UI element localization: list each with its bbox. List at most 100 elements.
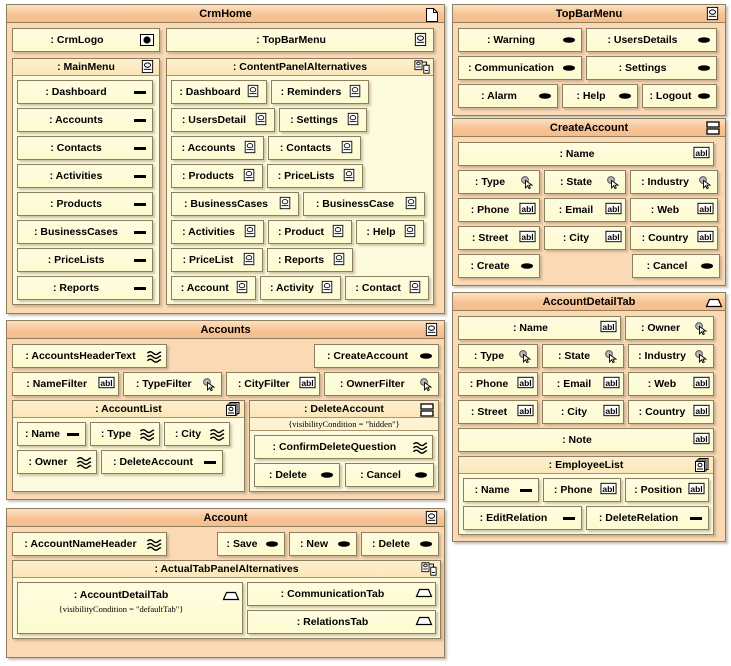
panel-accountdetailtab[interactable]: AccountDetailTab : Name abl : Owner : Typ… bbox=[452, 292, 726, 542]
mainmenu-item[interactable]: : BusinessCases bbox=[17, 220, 153, 244]
topbar-item-help[interactable]: : Help bbox=[562, 84, 638, 108]
employee-action-editrelation[interactable]: : EditRelation bbox=[463, 506, 583, 530]
mainmenu-item[interactable]: : Contacts bbox=[17, 136, 153, 160]
topbar-item-settings[interactable]: : Settings bbox=[586, 56, 717, 80]
accountlist-col-deleteaccount[interactable]: : DeleteAccount bbox=[101, 450, 223, 474]
crmlogo-element[interactable]: : CrmLogo bbox=[12, 28, 160, 52]
group-employeelist[interactable]: : EmployeeList : Name : Phone abl : Posit… bbox=[458, 456, 714, 535]
employee-action-deleterelation[interactable]: : DeleteRelation bbox=[586, 506, 709, 530]
mainmenu-item[interactable]: : Accounts bbox=[17, 108, 153, 132]
field-label: : Type bbox=[473, 350, 505, 362]
contentpanel-item[interactable]: : UsersDetail bbox=[171, 108, 275, 132]
contentpanel-item[interactable]: : BusinessCase bbox=[303, 192, 425, 216]
panel-account[interactable]: Account : AccountNameHeader : Save : New… bbox=[6, 508, 445, 658]
detail-field-web[interactable]: : Web abl bbox=[628, 372, 714, 396]
save-button[interactable]: : Save bbox=[217, 532, 285, 556]
contentpanel-item[interactable]: : PriceList bbox=[171, 248, 263, 272]
accountlist-col-type[interactable]: : Type bbox=[90, 422, 160, 446]
contentpanel-item[interactable]: : Account bbox=[171, 276, 257, 300]
createaccount-field-email[interactable]: : Email abl bbox=[544, 198, 626, 222]
account-name-header[interactable]: : AccountNameHeader bbox=[12, 532, 167, 556]
tab-communicationtab[interactable]: : CommunicationTab bbox=[247, 582, 436, 606]
create-button[interactable]: : Create bbox=[458, 254, 540, 278]
mainmenu-item[interactable]: : Products bbox=[17, 192, 153, 216]
createaccount-field-name[interactable]: : Name abl bbox=[458, 142, 714, 166]
group-actualtabpanelalternatives[interactable]: : ActualTabPanelAlternatives : AccountDe… bbox=[12, 560, 441, 639]
contentpanel-item[interactable]: : PriceLists bbox=[267, 164, 363, 188]
employee-col-name[interactable]: : Name bbox=[463, 478, 540, 502]
mainmenu-item[interactable]: : Dashboard bbox=[17, 80, 153, 104]
contentpanel-item[interactable]: : Dashboard bbox=[171, 80, 267, 104]
topbar-item-communication[interactable]: : Communication bbox=[458, 56, 582, 80]
panel-topbarmenu[interactable]: TopBarMenu : Warning : UsersDetails : Co… bbox=[452, 4, 726, 116]
mainmenu-item[interactable]: : Activities bbox=[17, 164, 153, 188]
detail-field-name[interactable]: : Name abl bbox=[458, 316, 621, 340]
detail-field-email[interactable]: : Email abl bbox=[542, 372, 624, 396]
contentpanel-item[interactable]: : Reminders bbox=[271, 80, 369, 104]
topbar-item-usersdetails[interactable]: : UsersDetails bbox=[586, 28, 717, 52]
tab-relationstab[interactable]: : RelationsTab bbox=[247, 610, 436, 634]
mainmenu-item[interactable]: : PriceLists bbox=[17, 248, 153, 272]
contentpanel-item[interactable]: : BusinessCases bbox=[171, 192, 299, 216]
tab-accountdetailtab[interactable]: : AccountDetailTab {visibilityCondition … bbox=[17, 582, 243, 634]
group-deleteaccount[interactable]: : DeleteAccount {visibilityCondition = "… bbox=[248, 400, 439, 492]
createaccount-field-industry[interactable]: : Industry bbox=[630, 170, 718, 194]
filter-name[interactable]: : NameFilter abl bbox=[12, 372, 120, 396]
detail-field-owner[interactable]: : Owner bbox=[625, 316, 714, 340]
contentpanel-item[interactable]: : Settings bbox=[279, 108, 367, 132]
cancel-button[interactable]: : Cancel bbox=[345, 463, 434, 487]
createaccount-field-country[interactable]: : Country abl bbox=[630, 226, 718, 250]
group-accountlist[interactable]: : AccountList : Name : Type : City : Own… bbox=[12, 400, 245, 492]
panel-crmhome[interactable]: CrmHome : CrmLogo : MainMenu: Dashboard… bbox=[6, 4, 445, 314]
createaccount-field-web[interactable]: : Web abl bbox=[630, 198, 718, 222]
topbarmenu-element[interactable]: : TopBarMenu bbox=[166, 28, 434, 52]
cancel-button[interactable]: : Cancel bbox=[632, 254, 720, 278]
new-button[interactable]: : New bbox=[289, 532, 357, 556]
panel-createaccount[interactable]: CreateAccount : Name abl : Type : State … bbox=[452, 118, 726, 286]
detail-field-state[interactable]: : State bbox=[542, 344, 624, 368]
contentpanel-item[interactable]: : Reports bbox=[267, 248, 353, 272]
contentpanel-item[interactable]: : Contact bbox=[345, 276, 429, 300]
filter-owner[interactable]: : OwnerFilter bbox=[323, 372, 439, 396]
detail-field-type[interactable]: : Type bbox=[458, 344, 538, 368]
contentpanel-item[interactable]: : Help bbox=[356, 220, 424, 244]
mainmenu-item[interactable]: : Reports bbox=[17, 276, 153, 300]
detail-field-phone[interactable]: : Phone abl bbox=[458, 372, 538, 396]
contentpanel-item[interactable]: : Contacts bbox=[268, 136, 361, 160]
createaccount-field-phone[interactable]: : Phone abl bbox=[458, 198, 540, 222]
panel-accounts[interactable]: Accounts : AccountsHeaderText : CreateAc… bbox=[6, 320, 445, 500]
group-contentpanelalternatives[interactable]: : ContentPanelAlternatives : Dashboard :… bbox=[166, 58, 434, 305]
topbar-item-alarm[interactable]: : Alarm bbox=[458, 84, 558, 108]
label-icon bbox=[146, 536, 162, 552]
contentpanel-item[interactable]: : Activities bbox=[171, 220, 264, 244]
createaccount-field-type[interactable]: : Type bbox=[458, 170, 540, 194]
group-mainmenu[interactable]: : MainMenu : Dashboard : Accounts: Cont… bbox=[12, 58, 160, 305]
delete-button[interactable]: : Delete bbox=[361, 532, 439, 556]
topbar-item-warning[interactable]: : Warning bbox=[458, 28, 582, 52]
contentpanel-item[interactable]: : Product bbox=[268, 220, 352, 244]
contentpanel-item[interactable]: : Products bbox=[171, 164, 263, 188]
accountlist-col-city[interactable]: : City bbox=[164, 422, 230, 446]
employee-col-position[interactable]: : Position abl bbox=[625, 478, 709, 502]
contentpanel-item[interactable]: : Activity bbox=[260, 276, 342, 300]
item-label: : Contacts bbox=[279, 142, 332, 154]
create-account-button[interactable]: : CreateAccount bbox=[314, 344, 439, 368]
detail-field-street[interactable]: : Street abl bbox=[458, 400, 538, 424]
createaccount-field-city[interactable]: : City abl bbox=[544, 226, 626, 250]
detail-field-city[interactable]: : City abl bbox=[542, 400, 624, 424]
filter-type[interactable]: : TypeFilter bbox=[123, 372, 222, 396]
detail-field-industry[interactable]: : Industry bbox=[628, 344, 714, 368]
accountlist-col-name[interactable]: : Name bbox=[17, 422, 86, 446]
accountlist-col-owner[interactable]: : Owner bbox=[17, 450, 97, 474]
detail-field-country[interactable]: : Country abl bbox=[628, 400, 714, 424]
delete-button[interactable]: : Delete bbox=[253, 463, 340, 487]
topbar-item-logout[interactable]: : Logout bbox=[642, 84, 717, 108]
filter-city[interactable]: : CityFilter abl bbox=[226, 372, 320, 396]
employee-col-phone[interactable]: : Phone abl bbox=[543, 478, 622, 502]
detail-field-note[interactable]: : Note abl bbox=[458, 428, 714, 452]
contentpanel-item[interactable]: : Accounts bbox=[171, 136, 264, 160]
createaccount-field-state[interactable]: : State bbox=[544, 170, 626, 194]
createaccount-field-street[interactable]: : Street abl bbox=[458, 226, 540, 250]
confirm-delete-question[interactable]: : ConfirmDeleteQuestion bbox=[253, 435, 433, 459]
accounts-header-text[interactable]: : AccountsHeaderText bbox=[12, 344, 167, 368]
